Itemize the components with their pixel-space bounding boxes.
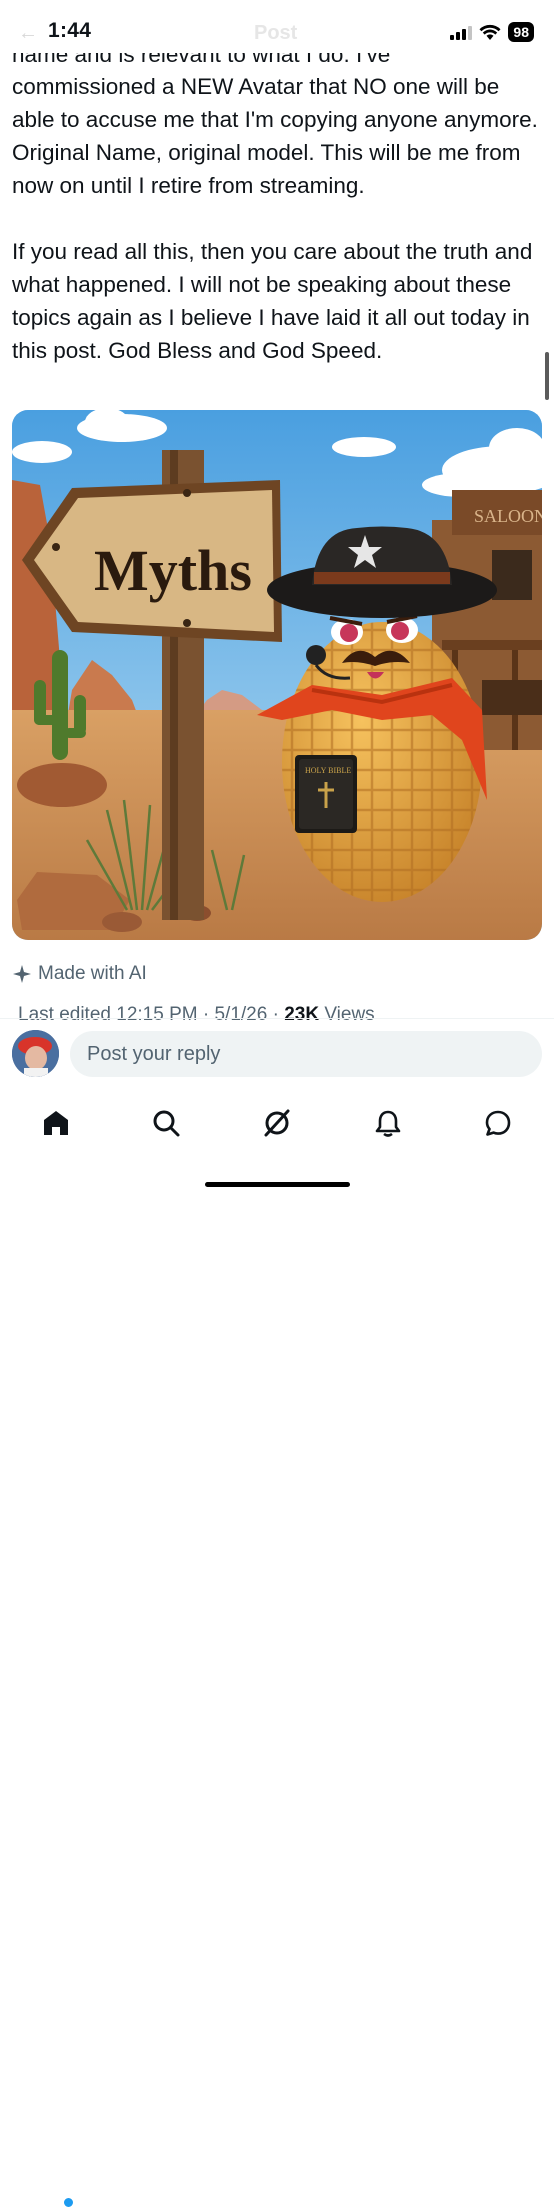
post-text-cut-line: name and is relevant to what I do. I've	[12, 53, 391, 67]
post-image[interactable]: SALOON Myths HOLY BIBLE	[12, 410, 542, 940]
tab-search[interactable]	[146, 1103, 186, 1143]
back-arrow-icon[interactable]: ←	[18, 22, 38, 45]
tab-grok[interactable]	[257, 1103, 297, 1143]
bell-icon	[375, 1110, 401, 1137]
home-indicator	[205, 1182, 350, 1187]
post-meta: Last edited 12:15 PM · 5/1/26 · 23K View…	[18, 1000, 538, 1020]
post-body: name and is relevant to what I do. I've …	[12, 53, 547, 367]
home-icon	[44, 1111, 68, 1135]
divider	[0, 1018, 554, 1019]
battery-indicator: 98	[508, 22, 534, 42]
made-with-ai-label[interactable]: Made with AI	[12, 963, 147, 985]
post-paragraph-2: If you read all this, then you care abou…	[12, 239, 533, 363]
scroll-indicator[interactable]	[545, 352, 549, 400]
chat-icon	[485, 1110, 511, 1136]
reply-placeholder: Post your reply	[87, 1043, 221, 1065]
reply-input[interactable]: Post your reply	[70, 1031, 542, 1077]
search-icon	[153, 1110, 180, 1137]
cellular-signal-icon	[450, 24, 473, 40]
page-title: Post	[254, 22, 298, 44]
svg-text:SALOON: SALOON	[474, 506, 542, 526]
svg-text:HOLY BIBLE: HOLY BIBLE	[305, 766, 351, 775]
grok-icon	[264, 1109, 290, 1137]
status-icons: 98	[450, 22, 534, 42]
tab-notifications[interactable]	[368, 1103, 408, 1143]
made-with-ai-text: Made with AI	[38, 963, 147, 984]
bottom-tab-bar	[0, 1095, 554, 2209]
wifi-icon	[479, 24, 501, 40]
svg-text:Myths: Myths	[94, 538, 252, 603]
status-time: 1:44	[48, 19, 92, 42]
tab-messages[interactable]	[478, 1103, 518, 1143]
post-paragraph-1: commissioned a NEW Avatar that NO one wi…	[12, 74, 538, 198]
home-notification-dot	[62, 2196, 75, 2209]
sparkle-icon	[13, 965, 31, 983]
avatar[interactable]	[12, 1030, 59, 1077]
tab-home[interactable]	[36, 1103, 76, 1143]
